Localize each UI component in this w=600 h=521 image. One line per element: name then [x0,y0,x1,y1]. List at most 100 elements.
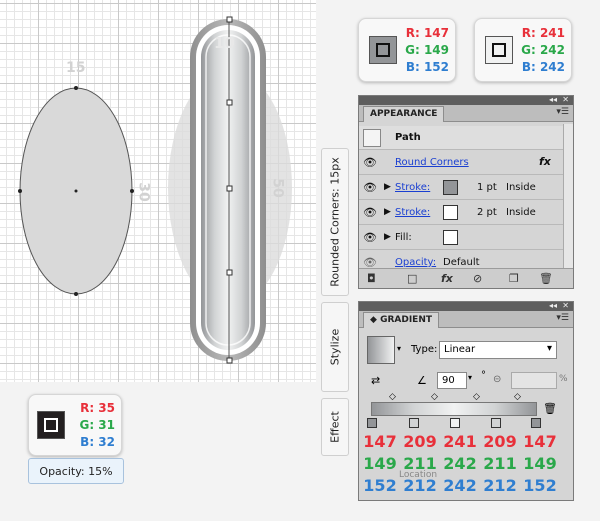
stop-4-blue: 212 [483,476,517,495]
green-value: G: 149 [405,43,449,57]
stroke-1-swatch[interactable] [443,180,458,195]
aspect-ratio-icon: ⊝ [493,374,502,385]
tab-effect[interactable]: Effect [321,398,349,456]
collapse-icon[interactable]: ◂◂ [549,301,557,310]
appearance-row-fill[interactable]: 👁 ▶ Fill: [359,226,564,250]
color-stop[interactable] [367,418,377,428]
appearance-row-stroke-1[interactable]: 👁 ▶ Stroke: 1 pt Inside [359,176,564,200]
stop-1-red: 147 [363,432,397,451]
stop-2-green: 211 [403,454,437,473]
angle-stepper-icon[interactable]: ▾ [468,373,472,382]
duplicate-icon[interactable]: ❐ [509,272,519,285]
color-stop[interactable] [409,418,419,428]
stop-3-green: 242 [443,454,477,473]
gradient-title: GRADIENT [380,315,432,325]
appearance-row-stroke-2[interactable]: 👁 ▶ Stroke: 2 pt Inside [359,201,564,225]
fx-icon[interactable]: fx [539,155,551,168]
dark-swatch [37,411,65,439]
reverse-gradient-icon[interactable]: ⇄ [371,374,380,387]
percent-sign: % [559,374,568,384]
appearance-bottom-bar: ◘ □ fx ⊘ ❐ 🗑 [359,268,573,288]
eye-icon[interactable]: 👁 [363,231,377,244]
close-icon[interactable]: ✕ [562,301,569,310]
chevron-down-icon: ▾ [546,343,552,354]
stroke-1-weight: 1 pt [477,182,497,193]
new-art-icon[interactable]: ◘ [367,272,376,285]
type-select-value: Linear [444,344,476,355]
appearance-titlebar: APPEARANCE ▾☰ [359,105,573,122]
tab-appearance[interactable]: APPEARANCE [363,106,445,122]
tab-effect-label: Effect [328,411,342,443]
appearance-row-path[interactable]: Path [359,126,564,150]
aspect-ratio-input[interactable] [511,372,557,389]
panel-menu-icon[interactable]: ▾☰ [556,107,569,117]
add-effect-icon[interactable]: fx [441,272,453,285]
tab-stylize[interactable]: Stylize [321,302,349,392]
stop-2-blue: 212 [403,476,437,495]
expand-triangle-icon[interactable]: ▶ [384,207,391,217]
collapse-icon[interactable]: ◂◂ [549,95,557,104]
blue-value: B: 32 [80,435,115,449]
delete-stop-icon[interactable]: 🗑 [543,402,557,415]
stroke-link[interactable]: Stroke: [395,182,430,193]
light-swatch [485,36,513,64]
appearance-panel: ◂◂ ✕ APPEARANCE ▾☰ Path 👁 Round Corners … [358,95,574,289]
fill-swatch[interactable] [443,230,458,245]
midpoint-diamond[interactable]: ◇ [431,392,438,402]
eye-icon[interactable]: 👁 [363,156,377,169]
red-value: R: 241 [521,26,565,40]
dim-label-side-small: 30 [135,182,152,202]
midpoint-diamond[interactable]: ◇ [514,392,521,402]
midpoint-diamond[interactable]: ◇ [389,392,396,402]
gradient-preview[interactable] [367,336,395,364]
type-label: Type: [411,344,438,355]
eye-icon[interactable]: 👁 [363,181,377,194]
stroke-2-weight: 2 pt [477,207,497,218]
add-stroke-icon[interactable]: □ [407,272,417,285]
blue-value: B: 242 [521,60,565,74]
expand-triangle-icon[interactable]: ▶ [384,182,391,192]
blue-value: B: 152 [405,60,449,74]
gray-swatch [369,36,397,64]
expand-triangle-icon[interactable]: ▶ [384,232,391,242]
type-select[interactable]: Linear ▾ [439,341,557,359]
stop-4-green: 211 [483,454,517,473]
close-icon[interactable]: ✕ [562,95,569,104]
fill-label: Fill: [395,232,412,243]
gradient-titlebar: ◆ GRADIENT ▾☰ [359,311,573,328]
angle-icon: ∠ [417,374,427,387]
stop-4-red: 209 [483,432,517,451]
dim-label-top-big: 10 [214,34,235,52]
panel-menu-icon[interactable]: ▾☰ [556,313,569,323]
tab-rounded-corners[interactable]: Rounded Corners: 15px [321,148,349,296]
stop-2-red: 209 [403,432,437,451]
gradient-preview-dropdown-icon[interactable]: ▾ [397,344,401,353]
color-stop[interactable] [491,418,501,428]
delete-icon[interactable]: 🗑 [539,272,553,285]
round-corners-link[interactable]: Round Corners [395,157,469,168]
stroke-2-swatch[interactable] [443,205,458,220]
opacity-button[interactable]: Opacity: 15% [28,458,124,484]
color-stop[interactable] [531,418,541,428]
midpoint-diamond[interactable]: ◇ [473,392,480,402]
stop-1-green: 149 [363,454,397,473]
eye-icon[interactable]: 👁 [363,206,377,219]
stop-5-green: 149 [523,454,557,473]
rgb-values-light: R: 241 G: 242 B: 242 [515,25,565,76]
opacity-link[interactable]: Opacity: [395,257,436,268]
appearance-row-round-corners[interactable]: 👁 Round Corners fx [359,151,564,175]
angle-input[interactable]: 90 [437,372,467,389]
color-stop[interactable] [450,418,460,428]
dim-label-side-big: 50 [269,178,286,198]
stroke-link[interactable]: Stroke: [395,207,430,218]
tab-stylize-label: Stylize [328,328,342,366]
clear-icon[interactable]: ⊘ [473,272,482,285]
stop-5-red: 147 [523,432,557,451]
gradient-slider[interactable] [371,402,537,416]
red-value: R: 35 [80,401,115,415]
tab-gradient[interactable]: ◆ GRADIENT [363,312,439,328]
appearance-scrollbar[interactable] [563,124,573,269]
path-label: Path [395,132,421,143]
swatch-card-dark: R: 35 G: 31 B: 32 [28,394,122,456]
appearance-panel-topbar: ◂◂ ✕ [359,95,573,105]
